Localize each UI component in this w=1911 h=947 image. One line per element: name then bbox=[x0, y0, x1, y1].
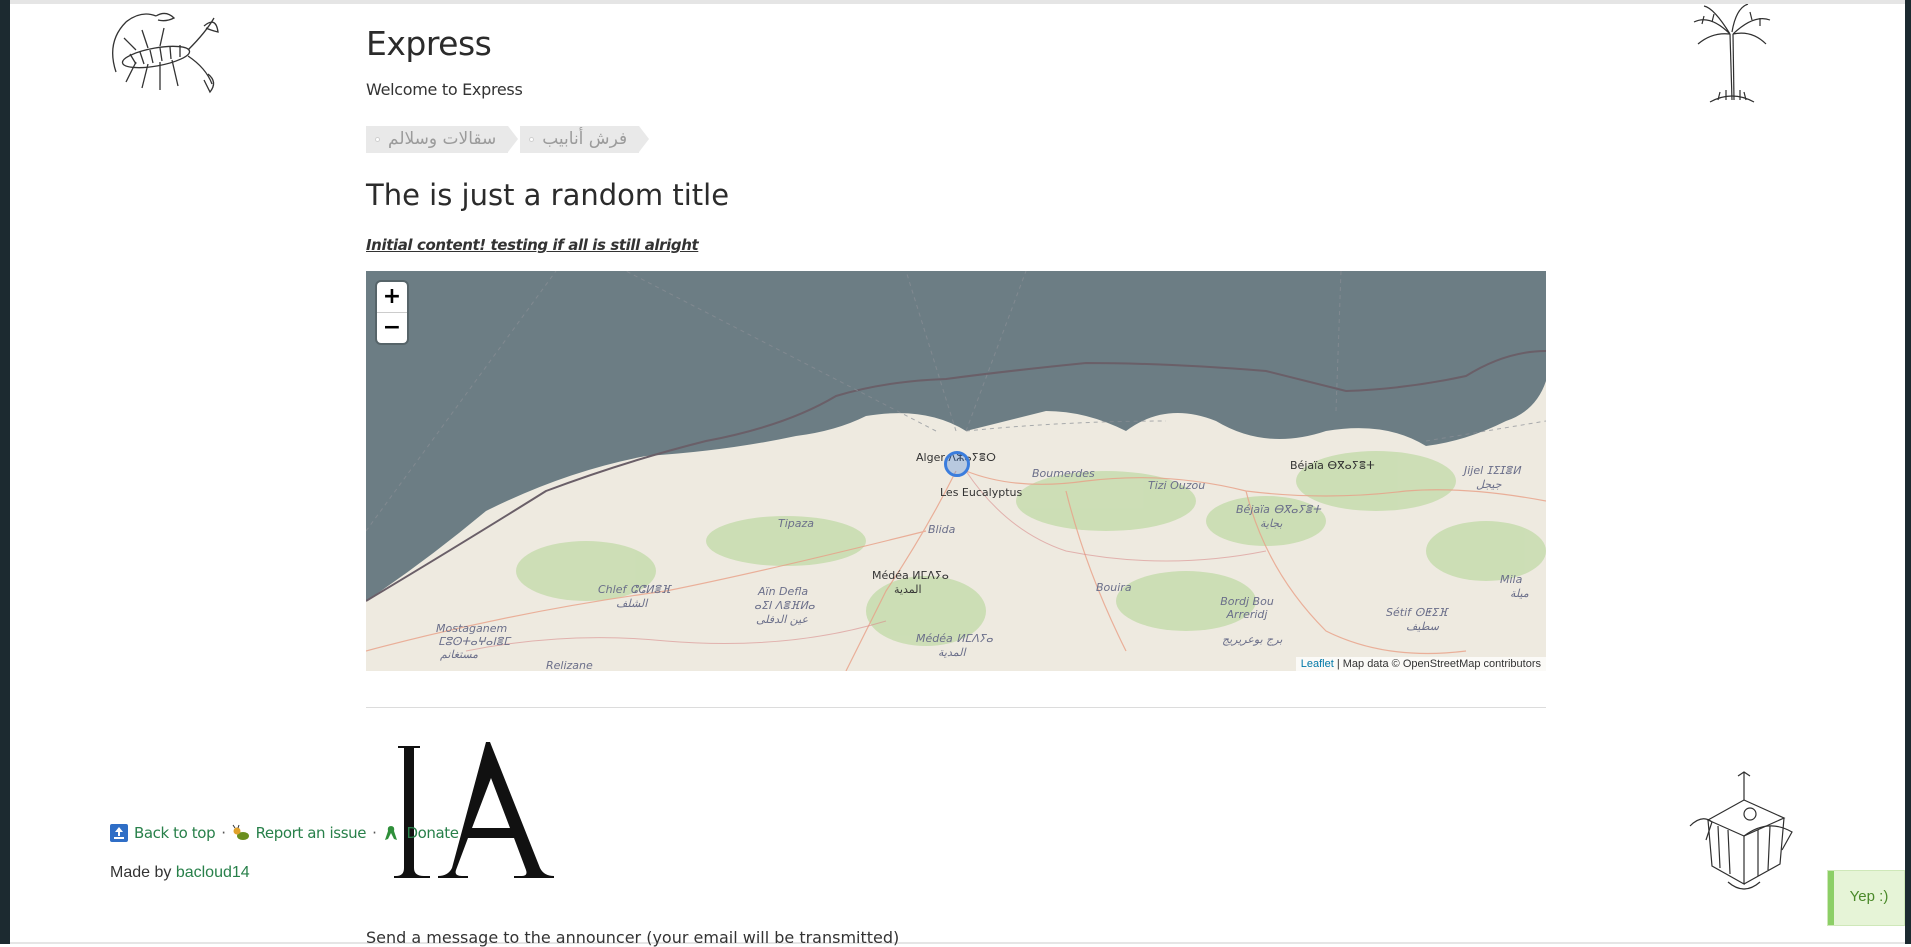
report-issue-link[interactable]: Report an issue bbox=[232, 824, 367, 842]
location-marker[interactable] bbox=[944, 451, 970, 477]
map-label: Sétif ⵙⵟⵉⴼ bbox=[1386, 606, 1448, 619]
map-label: Médéa ⵍⵎⴷⵢⴰ bbox=[916, 632, 993, 645]
section-divider bbox=[366, 707, 1546, 708]
scorpion-illustration bbox=[96, 2, 222, 98]
map-label: ⴰⵉⵏ ⴷⴻⴼⵍⴰ bbox=[754, 599, 815, 612]
map-label: Bordj Bou Arreridj bbox=[1220, 595, 1274, 621]
map-label: Médéa ⵍⵎⴷⵢⴰ bbox=[872, 569, 949, 582]
report-issue-label: Report an issue bbox=[255, 824, 367, 842]
map-label: عين الدفلى bbox=[756, 613, 809, 626]
tag-scaffolding[interactable]: سقالات وسلالم bbox=[366, 126, 519, 153]
map-label: Chlef ⵛⵛⵍⴻⴼ bbox=[598, 583, 671, 596]
zoom-in-button[interactable]: + bbox=[377, 282, 407, 313]
footer-separator: · bbox=[221, 824, 226, 842]
map-label: Béjaïa ⴱⴳⴰⵢⴻⵜ bbox=[1290, 459, 1375, 472]
map-label: Bouira bbox=[1096, 581, 1132, 594]
zoom-control: + − bbox=[377, 282, 407, 343]
contact-prompt: Send a message to the announcer (your em… bbox=[366, 928, 900, 947]
bug-icon bbox=[232, 824, 249, 840]
tag-pipe-laying[interactable]: فرش أنابيب bbox=[520, 126, 649, 153]
map-label: ميلة bbox=[1510, 587, 1529, 600]
map-label: المدية bbox=[938, 646, 966, 659]
map-label: Boumerdes bbox=[1032, 467, 1095, 480]
back-to-top-icon bbox=[110, 824, 128, 842]
map-view[interactable]: Alger ⴷⵣⴰⵢⴻⵔ Les Eucalyptus Boumerdes Ti… bbox=[366, 271, 1546, 671]
ribbon-icon bbox=[385, 826, 398, 840]
map-label: المدية bbox=[894, 583, 922, 596]
site-subtitle: Welcome to Express bbox=[366, 80, 523, 99]
footer-links: Back to top · Report an issue · Donate bbox=[110, 824, 459, 842]
donate-link[interactable]: Donate bbox=[382, 824, 459, 842]
map-label: Mostaganem bbox=[436, 622, 508, 635]
page-border-right bbox=[1905, 0, 1911, 944]
back-to-top-label: Back to top bbox=[134, 824, 216, 842]
map-label: Relizane bbox=[546, 659, 593, 671]
palm-tree-illustration bbox=[1690, 4, 1774, 104]
leaflet-link[interactable]: Leaflet bbox=[1301, 658, 1334, 670]
page-border-left bbox=[0, 0, 10, 944]
map-label: برج بوعريريج bbox=[1222, 633, 1283, 646]
map-label: Tizi Ouzou bbox=[1148, 479, 1206, 492]
map-label: Aïn Defla bbox=[758, 585, 809, 598]
author-link[interactable]: bacloud14 bbox=[176, 864, 250, 881]
tag-list: سقالات وسلالم فرش أنابيب bbox=[366, 126, 649, 153]
attribution-text: | Map data © OpenStreetMap contributors bbox=[1333, 658, 1541, 670]
map-label: Mila bbox=[1500, 573, 1523, 586]
map-attribution: Leaflet | Map data © OpenStreetMap contr… bbox=[1295, 657, 1546, 671]
donate-label: Donate bbox=[406, 824, 459, 842]
site-title[interactable]: Express bbox=[366, 24, 492, 63]
map-label: Blida bbox=[928, 523, 956, 536]
zoom-out-button[interactable]: − bbox=[377, 313, 407, 343]
map-label: Tipaza bbox=[778, 517, 815, 530]
tag-label: فرش أنابيب bbox=[542, 129, 628, 149]
confirm-toast-button[interactable]: Yep :) bbox=[1828, 871, 1904, 925]
made-by-prefix: Made by bbox=[110, 864, 176, 881]
map-label: سطيف bbox=[1406, 620, 1439, 633]
announcer-logo bbox=[390, 728, 560, 883]
post-intro: Initial content! testing if all is still… bbox=[366, 236, 699, 254]
footer-separator: · bbox=[372, 824, 377, 842]
map-label: Les Eucalyptus bbox=[940, 486, 1023, 499]
map-label: Jijel ⵊⵉⵊⴻⵍ bbox=[1464, 464, 1521, 477]
map-label: جيجل bbox=[1476, 478, 1502, 491]
tag-hole-icon bbox=[529, 137, 535, 142]
tag-hole-icon bbox=[375, 137, 380, 142]
back-to-top-link[interactable]: Back to top bbox=[110, 824, 216, 842]
map-label: الشلف bbox=[616, 597, 648, 610]
map-label: بجاية bbox=[1260, 517, 1283, 530]
post-title: The is just a random title bbox=[366, 178, 730, 212]
page-border-top bbox=[10, 0, 1905, 4]
crate-bird-illustration bbox=[1688, 770, 1800, 896]
made-by: Made by bacloud14 bbox=[110, 864, 250, 882]
map-label: مستغانم bbox=[440, 648, 479, 661]
tag-label: سقالات وسلالم bbox=[388, 129, 497, 149]
map-label: ⵎⵓⵙⵜⴰⵖⴰⵏⴻⵎ bbox=[438, 635, 511, 648]
map-label: Béjaïa ⴱⴳⴰⵢⴻⵜ bbox=[1236, 503, 1321, 516]
